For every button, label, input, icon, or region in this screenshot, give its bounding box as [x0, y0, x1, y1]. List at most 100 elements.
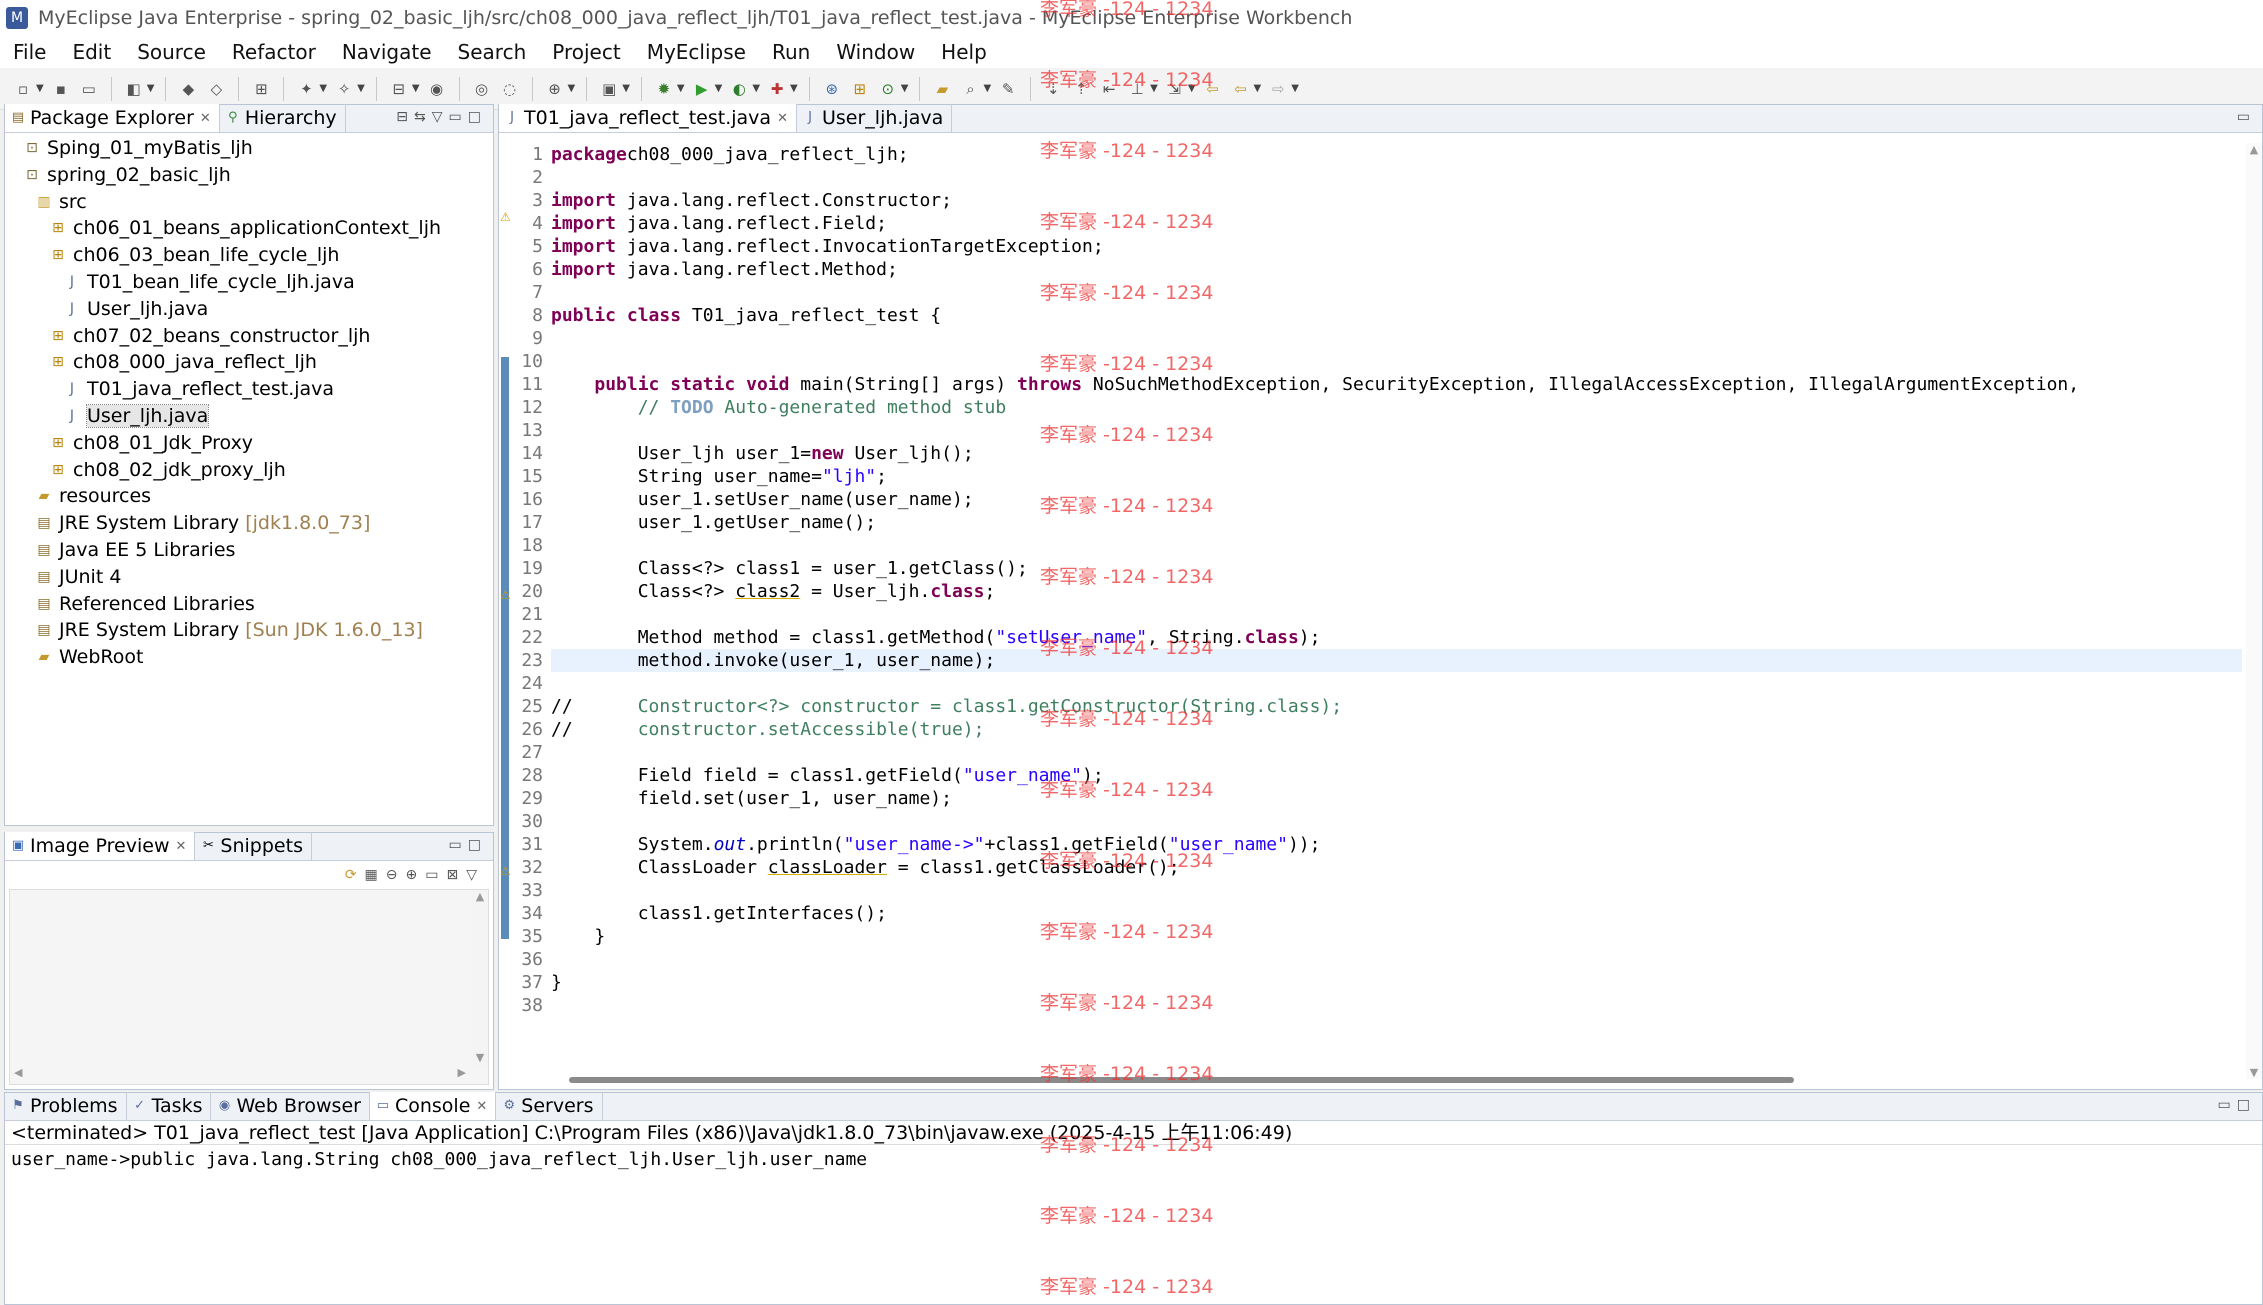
code-line[interactable]: user_1.setUser_name(user_name);: [551, 488, 2242, 511]
code-line[interactable]: String user_name="ljh";: [551, 465, 2242, 488]
code-line[interactable]: [551, 534, 2242, 557]
code-line[interactable]: public static void main(String[] args) t…: [551, 373, 2242, 396]
collapse-all-icon[interactable]: ⊟: [396, 109, 414, 125]
tab-web-browser[interactable]: ◉ Web Browser: [211, 1092, 370, 1120]
code-line[interactable]: field.set(user_1, user_name);: [551, 787, 2242, 810]
external-tools-icon[interactable]: ✚: [766, 78, 788, 100]
fit-icon[interactable]: ▦: [365, 867, 386, 883]
code-line[interactable]: Field field = class1.getField("user_name…: [551, 764, 2242, 787]
web-services-icon[interactable]: ⊞: [250, 78, 272, 100]
editor-vertical-scrollbar[interactable]: ▲ ▼: [2246, 143, 2262, 1079]
tree-item[interactable]: ⊞ ch08_02_jdk_proxy_ljh: [49, 457, 286, 483]
code-line[interactable]: import java.lang.reflect.Method;: [551, 258, 2242, 281]
tree-item[interactable]: ⊞ ch06_03_bean_life_cycle_ljh: [49, 242, 339, 268]
browser-icon[interactable]: ◉: [426, 78, 448, 100]
code-line[interactable]: Class<?> class1 = user_1.getClass();: [551, 557, 2242, 580]
deploy-icon[interactable]: ◆: [177, 78, 199, 100]
zoom-out-icon[interactable]: ⊖: [386, 867, 406, 883]
minimize-icon[interactable]: ▭: [449, 109, 468, 125]
menu-search[interactable]: Search: [445, 40, 540, 64]
tree-item[interactable]: ⊡ spring_02_basic_ljh: [23, 162, 231, 188]
code-line[interactable]: [551, 166, 2242, 189]
menu-help[interactable]: Help: [928, 40, 1000, 64]
code-editor[interactable]: ⚠ ⚠ ⚠ 1 2 3 4 5 6 7 8 9 10 11 12 13 14 15 16 17 18 19 20 21 2…: [499, 133, 2262, 1089]
new-icon[interactable]: ▫: [12, 78, 34, 100]
code-line[interactable]: User_ljh user_1=new User_ljh();: [551, 442, 2242, 465]
menu-project[interactable]: Project: [539, 40, 633, 64]
close-icon[interactable]: ✕: [777, 111, 788, 126]
close-icon[interactable]: ✕: [176, 839, 187, 854]
tab-image-preview[interactable]: ▣ Image Preview ✕: [5, 832, 196, 860]
tree-item[interactable]: ▤ Referenced Libraries: [35, 591, 254, 617]
minimize-icon[interactable]: ▭: [2237, 109, 2256, 125]
fit-window-icon[interactable]: ⊠: [446, 867, 466, 883]
tree-item[interactable]: J T01_java_reflect_test.java: [63, 376, 334, 402]
code-line[interactable]: [551, 350, 2242, 373]
wizard-icon[interactable]: ✦: [295, 78, 317, 100]
tree-item[interactable]: ▰ WebRoot: [35, 644, 144, 670]
tab-snippets[interactable]: ✂ Snippets: [195, 832, 312, 860]
code-line[interactable]: import java.lang.reflect.Field;: [551, 212, 2242, 235]
maximize-icon[interactable]: □: [468, 837, 487, 853]
code-line[interactable]: class1.getInterfaces();: [551, 902, 2242, 925]
link-editor-icon[interactable]: ⇆: [414, 109, 432, 125]
minimize-icon[interactable]: ▭: [449, 837, 468, 853]
menu-refactor[interactable]: Refactor: [219, 40, 329, 64]
tab-console[interactable]: ▭ Console ✕: [369, 1092, 497, 1120]
code-line[interactable]: [551, 994, 2242, 1017]
code-line[interactable]: public class T01_java_reflect_test {: [551, 304, 2242, 327]
minimize-icon[interactable]: ▭: [2218, 1097, 2237, 1113]
tree-item[interactable]: ▤ JRE System Library [jdk1.8.0_73]: [35, 510, 370, 536]
tree-item[interactable]: ▥ src: [35, 189, 86, 215]
code-line[interactable]: // TODO Auto-generated method stub: [551, 396, 2242, 419]
open-folder-icon[interactable]: ▰: [931, 78, 953, 100]
annotation-icon[interactable]: ✎: [997, 78, 1019, 100]
menu-run[interactable]: Run: [759, 40, 823, 64]
tree-item[interactable]: ▰ resources: [35, 483, 151, 509]
tab-editor-user-ljh[interactable]: J User_ljh.java: [797, 104, 953, 132]
generator-icon[interactable]: ✧: [333, 78, 355, 100]
preview-vertical-scrollbar[interactable]: ▲ ▼: [472, 890, 488, 1066]
actual-size-icon[interactable]: ▭: [425, 867, 446, 883]
source-code[interactable]: packagech08_000_java_reflect_ljh; import…: [551, 143, 2242, 1017]
code-line[interactable]: [551, 948, 2242, 971]
tab-hierarchy[interactable]: ⚲ Hierarchy: [220, 104, 346, 132]
menu-file[interactable]: File: [0, 40, 59, 64]
code-line[interactable]: }: [551, 971, 2242, 994]
code-line[interactable]: packagech08_000_java_reflect_ljh;: [551, 143, 2242, 166]
open-type-icon[interactable]: ◎: [471, 78, 493, 100]
code-line[interactable]: System.out.println("user_name->"+class1.…: [551, 833, 2242, 856]
preview-horizontal-scrollbar[interactable]: ◀ ▶: [10, 1066, 470, 1084]
tree-item[interactable]: ▤ JRE System Library [Sun JDK 1.6.0_13]: [35, 617, 423, 643]
save-icon[interactable]: ▪: [50, 78, 72, 100]
menu-myeclipse[interactable]: MyEclipse: [634, 40, 759, 64]
close-icon[interactable]: ✕: [200, 111, 211, 126]
server-icon[interactable]: ◇: [205, 78, 227, 100]
tab-package-explorer[interactable]: ▤ Package Explorer ✕: [5, 104, 220, 132]
code-line[interactable]: Method method = class1.getMethod("setUse…: [551, 626, 2242, 649]
tab-servers[interactable]: ⚙ Servers: [496, 1092, 603, 1120]
tab-problems[interactable]: ⚑ Problems: [5, 1092, 127, 1120]
tree-item[interactable]: J T01_bean_life_cycle_ljh.java: [63, 269, 355, 295]
code-line[interactable]: [551, 603, 2242, 626]
debug-icon[interactable]: ✹: [653, 78, 675, 100]
menu-navigate[interactable]: Navigate: [329, 40, 445, 64]
view-menu-icon[interactable]: ▽: [432, 109, 449, 125]
open-resource-icon[interactable]: ◌: [499, 78, 521, 100]
new-interface-icon[interactable]: ⊙: [877, 78, 899, 100]
maximize-icon[interactable]: □: [2237, 1097, 2256, 1113]
new-package-icon[interactable]: ⊞: [849, 78, 871, 100]
menu-source[interactable]: Source: [124, 40, 219, 64]
close-icon[interactable]: ✕: [476, 1099, 487, 1114]
new-class-icon[interactable]: ⊛: [821, 78, 843, 100]
search-icon[interactable]: ⌕: [959, 78, 981, 100]
tree-item[interactable]: ⊞ ch08_000_java_reflect_ljh: [49, 349, 317, 375]
run-icon[interactable]: ▶: [691, 78, 713, 100]
tree-item[interactable]: ⊞ ch06_01_beans_applicationContext_ljh: [49, 215, 441, 241]
coverage-icon[interactable]: ◐: [728, 78, 750, 100]
code-line[interactable]: method.invoke(user_1, user_name);: [551, 649, 2242, 672]
code-line[interactable]: import java.lang.reflect.Constructor;: [551, 189, 2242, 212]
code-line[interactable]: user_1.getUser_name();: [551, 511, 2242, 534]
tree-item[interactable]: ⊞ ch08_01_Jdk_Proxy: [49, 430, 253, 456]
tree-item[interactable]: ⊞ ch07_02_beans_constructor_ljh: [49, 323, 370, 349]
